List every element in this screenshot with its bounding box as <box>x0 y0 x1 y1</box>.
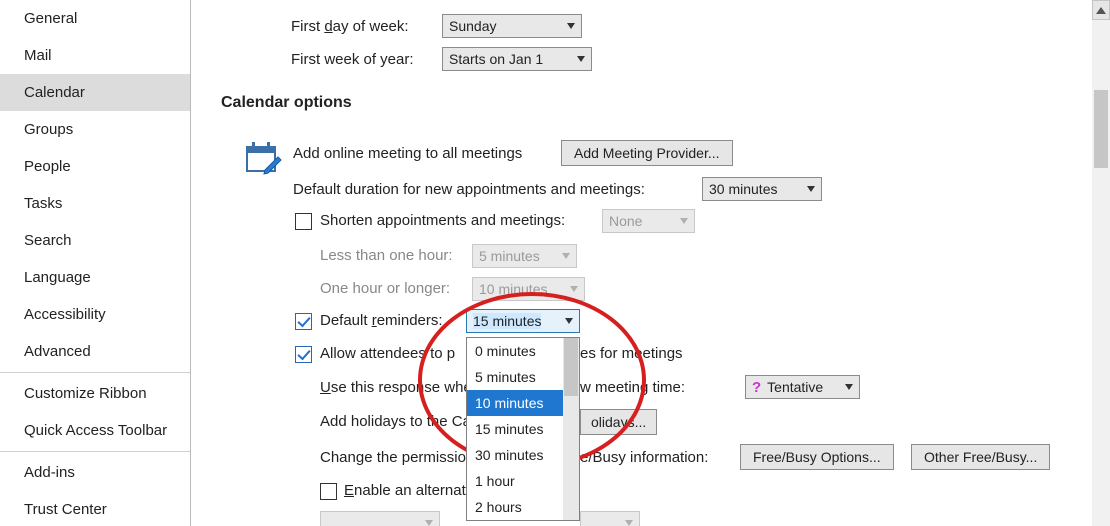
propose-response-combo[interactable]: ? Tentative <box>745 375 860 399</box>
sidebar-item-search[interactable]: Search <box>0 222 190 259</box>
question-icon: ? <box>752 379 761 396</box>
allow-propose-label-left: Allow attendees to p <box>320 345 455 362</box>
alternate-calendar-type-combo <box>580 511 640 526</box>
calendar-edit-icon <box>245 140 283 181</box>
sidebar-item-customize-ribbon[interactable]: Customize Ribbon <box>0 375 190 412</box>
sidebar-item-tasks[interactable]: Tasks <box>0 185 190 222</box>
enable-alternate-label: Enable an alternate c <box>344 482 486 499</box>
first-day-of-week-combo[interactable]: Sunday <box>442 14 582 38</box>
scroll-up-button[interactable] <box>1092 0 1110 20</box>
enable-alternate-calendar-checkbox[interactable] <box>320 483 337 500</box>
one-hour-or-longer-combo: 10 minutes <box>472 277 585 301</box>
first-week-of-year-combo[interactable]: Starts on Jan 1 <box>442 47 592 71</box>
sidebar-item-mail[interactable]: Mail <box>0 37 190 74</box>
sidebar-item-advanced[interactable]: Advanced <box>0 333 190 370</box>
allow-propose-label-right: es for meetings <box>580 345 683 362</box>
sidebar-item-trust-center[interactable]: Trust Center <box>0 491 190 526</box>
freebusy-label-left: Change the permissions <box>320 449 482 466</box>
default-duration-label: Default duration for new appointments an… <box>293 181 645 198</box>
sidebar-item-accessibility[interactable]: Accessibility <box>0 296 190 333</box>
sidebar-item-quick-access-toolbar[interactable]: Quick Access Toolbar <box>0 412 190 449</box>
alternate-calendar-lang-combo <box>320 511 440 526</box>
pane-scrollbar[interactable] <box>1092 0 1110 526</box>
sidebar-item-people[interactable]: People <box>0 148 190 185</box>
less-than-hour-label: Less than one hour: <box>320 247 453 264</box>
shorten-appointments-label: Shorten appointments and meetings: <box>320 212 565 229</box>
freebusy-label-right: e/Busy information: <box>580 449 708 466</box>
default-reminders-dropdown[interactable]: 0 minutes 5 minutes 10 minutes 15 minute… <box>466 337 580 521</box>
default-reminders-checkbox[interactable] <box>295 313 312 330</box>
add-holidays-button[interactable]: olidays... <box>580 409 657 435</box>
shorten-amount-combo: None <box>602 209 695 233</box>
scroll-thumb[interactable] <box>1094 90 1108 168</box>
add-holidays-label: Add holidays to the Cal <box>320 413 474 430</box>
sidebar-item-general[interactable]: General <box>0 0 190 37</box>
sidebar-separator <box>0 372 190 373</box>
less-than-hour-combo: 5 minutes <box>472 244 577 268</box>
sidebar-item-addins[interactable]: Add-ins <box>0 454 190 491</box>
use-response-label-right: w meeting time: <box>580 379 685 396</box>
allow-propose-checkbox[interactable] <box>295 346 312 363</box>
scroll-thumb[interactable] <box>564 338 578 396</box>
default-duration-combo[interactable]: 30 minutes <box>702 177 822 201</box>
add-meeting-provider-button[interactable]: Add Meeting Provider... <box>561 140 733 166</box>
use-response-label-left: Use this response when <box>320 379 480 396</box>
sidebar-item-groups[interactable]: Groups <box>0 111 190 148</box>
dropdown-scrollbar[interactable] <box>563 338 579 520</box>
sidebar-item-calendar[interactable]: Calendar <box>0 74 190 111</box>
one-hour-or-longer-label: One hour or longer: <box>320 280 450 297</box>
default-reminders-combo[interactable]: 15 minutes <box>466 309 580 333</box>
other-freebusy-button[interactable]: Other Free/Busy... <box>911 444 1050 470</box>
sidebar-item-language[interactable]: Language <box>0 259 190 296</box>
add-online-meetings-label: Add online meeting to all meetings <box>293 145 522 162</box>
first-week-of-year-label: First week of year: <box>291 51 414 68</box>
freebusy-options-button[interactable]: Free/Busy Options... <box>740 444 894 470</box>
first-day-of-week-label: First day of week: <box>291 18 409 35</box>
default-reminders-label: Default reminders: <box>320 312 443 329</box>
calendar-options-heading: Calendar options <box>221 94 352 112</box>
sidebar-separator <box>0 451 190 452</box>
shorten-appointments-checkbox[interactable] <box>295 213 312 230</box>
options-sidebar: General Mail Calendar Groups People Task… <box>0 0 191 526</box>
